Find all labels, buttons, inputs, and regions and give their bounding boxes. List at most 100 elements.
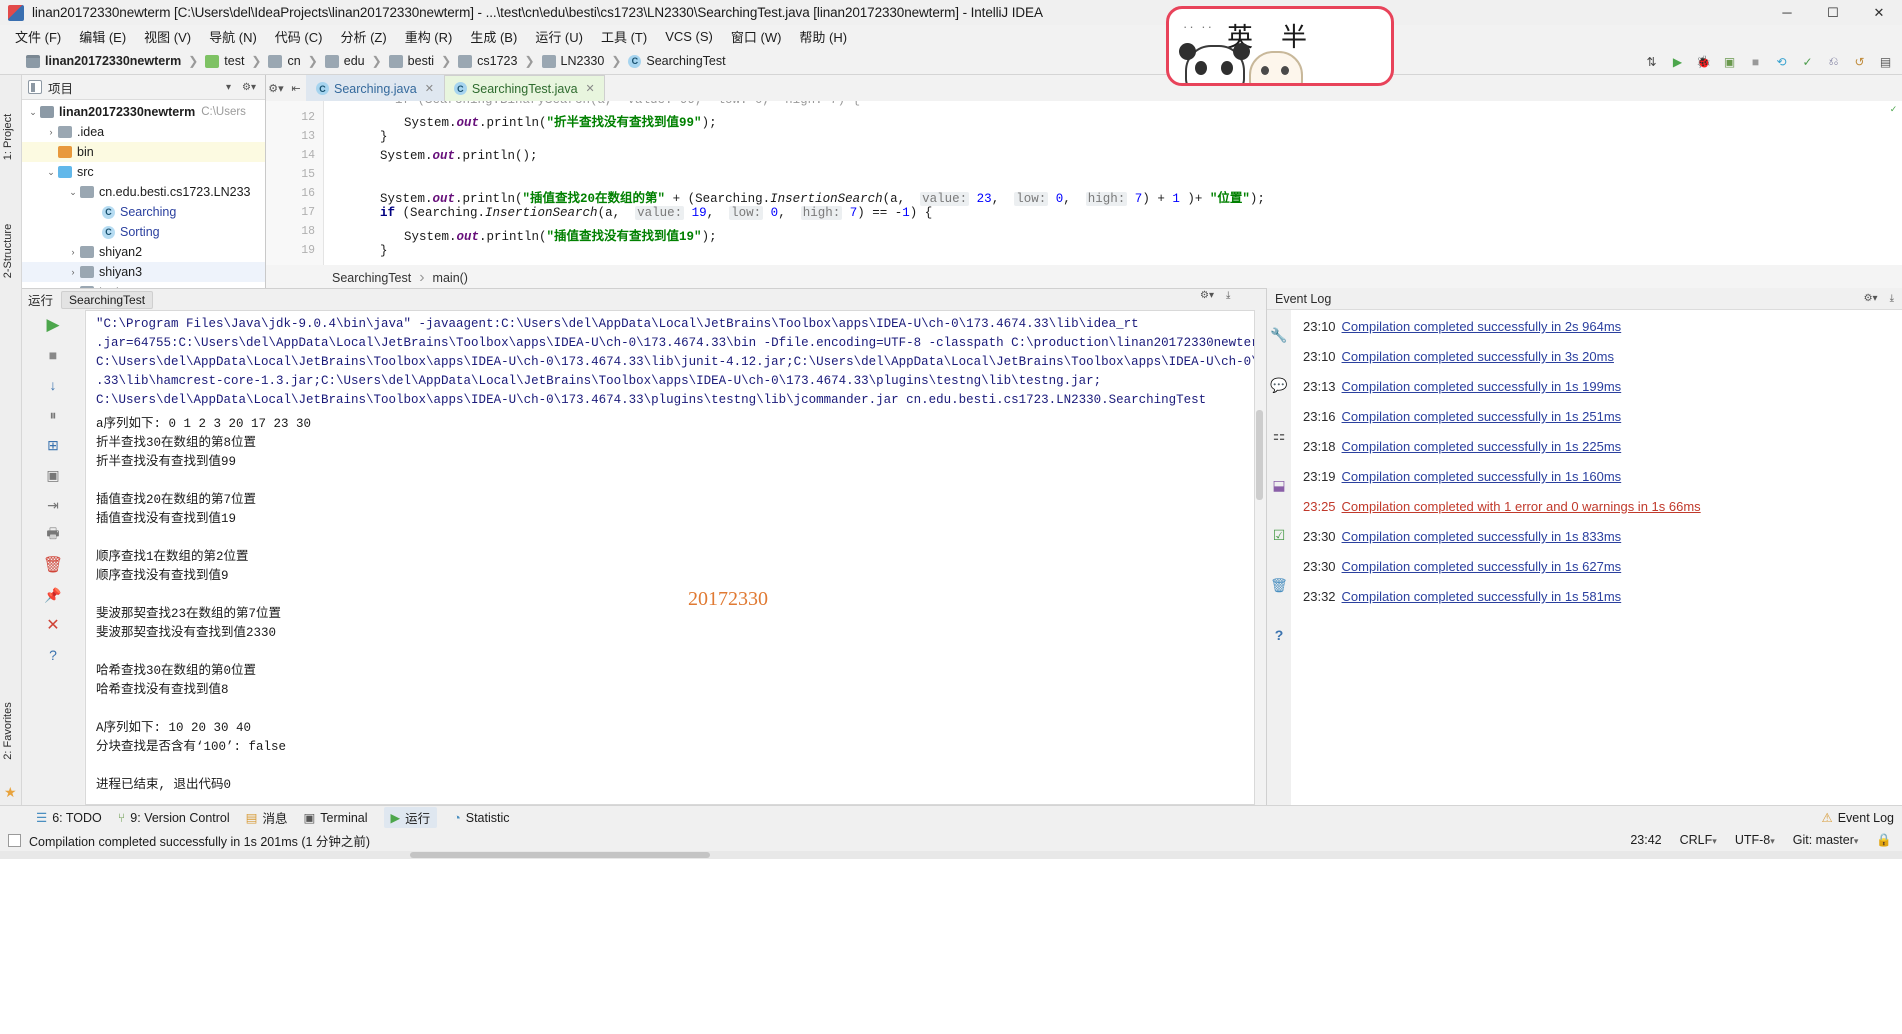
chevron-right-icon[interactable]: › — [66, 247, 80, 257]
stop-icon[interactable]: ■ — [22, 340, 84, 370]
run-config-tab[interactable]: SearchingTest — [61, 290, 154, 309]
event-log-row[interactable]: 23:10 Compilation completed successfully … — [1303, 318, 1902, 335]
tool-tab-structure[interactable]: 2-Structure — [2, 211, 22, 291]
ime-panda-overlay[interactable]: ·· ·· 英 半 — [1166, 6, 1394, 86]
camera-icon[interactable]: ▣ — [22, 460, 84, 490]
event-log-toggle[interactable]: ⚠ Event Log — [1821, 810, 1894, 826]
menu-item-tools[interactable]: 工具 (T) — [592, 25, 656, 48]
console-scrollbar[interactable] — [1255, 310, 1264, 805]
breadcrumb-besti[interactable]: besti — [388, 54, 434, 68]
bottom-tab-statistic[interactable]: ◔ Statistic — [453, 811, 509, 825]
maximize-button[interactable]: ☐ — [1810, 0, 1856, 25]
event-message[interactable]: Compilation completed with 1 error and 0… — [1342, 499, 1701, 514]
run-icon[interactable]: ▶ — [22, 310, 84, 340]
menu-item-code[interactable]: 代码 (C) — [266, 25, 332, 48]
bottom-tab-messages[interactable]: ▤ 消息 — [246, 808, 288, 827]
bottom-tab-terminal[interactable]: ▣ Terminal — [303, 810, 367, 826]
breadcrumb-edu[interactable]: edu — [324, 54, 365, 68]
stop-icon[interactable]: ■ — [1747, 53, 1764, 70]
tree-item-src[interactable]: ⌄ src — [22, 162, 265, 182]
menu-item-vcs[interactable]: VCS (S) — [656, 27, 722, 46]
gear-icon[interactable]: ⚙▾ — [266, 82, 286, 95]
bottom-tab-run[interactable]: ▶ 运行 — [383, 807, 438, 828]
menu-item-run[interactable]: 运行 (U) — [526, 25, 592, 48]
breadcrumb-project[interactable]: linan20172330newterm — [26, 54, 181, 68]
footer-crumb-class[interactable]: SearchingTest — [332, 271, 411, 285]
print-icon[interactable]: 🖶 — [22, 520, 84, 550]
run-console-output[interactable]: "C:\Program Files\Java\jdk-9.0.4\bin\jav… — [85, 310, 1255, 805]
pin-icon[interactable]: 📌 — [22, 580, 84, 610]
event-log-row-error[interactable]: 23:25 Compilation completed with 1 error … — [1303, 498, 1902, 515]
tool-tab-project[interactable]: 1: Project — [2, 97, 22, 177]
trash-icon[interactable]: 🗑 — [22, 550, 84, 580]
sort-icon[interactable]: ⇅ — [1643, 53, 1660, 70]
horizontal-scrollbar[interactable] — [0, 851, 1902, 859]
breadcrumb-ln2330[interactable]: LN2330 — [541, 54, 604, 68]
tree-item-searching[interactable]: C Searching — [22, 202, 265, 222]
horizontal-scroll-thumb[interactable] — [410, 852, 710, 858]
event-log-row[interactable]: 23:19 Compilation completed successfully … — [1303, 468, 1902, 485]
close-icon[interactable]: ✕ — [586, 82, 595, 95]
event-message[interactable]: Compilation completed successfully in 3s… — [1342, 349, 1614, 364]
settings-icon[interactable]: ⚏ — [1267, 410, 1291, 460]
menu-item-analyze[interactable]: 分析 (Z) — [331, 25, 395, 48]
event-log-row[interactable]: 23:16 Compilation completed successfully … — [1303, 408, 1902, 425]
debug-icon[interactable]: 🐞 — [1695, 53, 1712, 70]
collapse-icon[interactable]: ⇤ — [286, 82, 306, 95]
event-message[interactable]: Compilation completed successfully in 2s… — [1342, 319, 1622, 334]
code-text-area[interactable]: if (Searching.BinarySearch(a, value: 99,… — [324, 101, 1864, 265]
chevron-down-icon[interactable]: ⌄ — [66, 187, 80, 198]
minimize-icon[interactable]: ⤓ — [1890, 293, 1894, 304]
chevron-right-icon[interactable]: › — [66, 267, 80, 277]
event-log-row[interactable]: 23:10 Compilation completed successfully … — [1303, 348, 1902, 365]
console-scroll-thumb[interactable] — [1256, 410, 1263, 500]
editor-scrollbar[interactable]: ✓ — [1889, 104, 1898, 264]
help-icon[interactable]: ? — [22, 640, 84, 670]
rerun-icon[interactable]: ↓ — [22, 370, 84, 400]
status-line-separator[interactable]: CRLF▾ — [1680, 833, 1717, 847]
chevron-down-icon[interactable]: ▾ — [226, 82, 231, 93]
event-log-row[interactable]: 23:30 Compilation completed successfully … — [1303, 528, 1902, 545]
wrap-icon[interactable]: ⇥ — [22, 490, 84, 520]
tree-item-sorting[interactable]: C Sorting — [22, 222, 265, 242]
close-button[interactable]: ✕ — [1856, 0, 1902, 25]
tree-item-package[interactable]: ⌄ cn.edu.besti.cs1723.LN233 — [22, 182, 265, 202]
trash-icon[interactable]: 🗑 — [1267, 560, 1291, 610]
revert-icon[interactable]: ⎌ — [1825, 53, 1842, 70]
chevron-right-icon[interactable]: › — [44, 127, 58, 137]
help-icon[interactable]: ? — [1267, 610, 1291, 660]
event-message[interactable]: Compilation completed successfully in 1s… — [1342, 589, 1622, 604]
menu-item-help[interactable]: 帮助 (H) — [790, 25, 856, 48]
editor-tab-searching-java[interactable]: C Searching.java ✕ — [306, 75, 444, 101]
search-icon[interactable]: ▤ — [1877, 53, 1894, 70]
menu-item-window[interactable]: 窗口 (W) — [722, 25, 791, 48]
pause-icon[interactable]: ⏸ — [22, 400, 84, 430]
footer-crumb-method[interactable]: main() — [433, 271, 468, 285]
tree-item-shiyan2[interactable]: › shiyan2 — [22, 242, 265, 262]
status-encoding[interactable]: UTF-8▾ — [1735, 833, 1775, 847]
chevron-down-icon[interactable]: ⌄ — [44, 167, 58, 178]
event-log-row[interactable]: 23:18 Compilation completed successfully … — [1303, 438, 1902, 455]
menu-item-navigate[interactable]: 导航 (N) — [200, 25, 266, 48]
gear-icon[interactable]: ⚙▾ — [242, 82, 256, 93]
event-message[interactable]: Compilation completed successfully in 1s… — [1342, 439, 1622, 454]
close-icon[interactable]: ✕ — [425, 82, 434, 95]
breadcrumb-searchingtest[interactable]: C SearchingTest — [628, 54, 726, 68]
event-message[interactable]: Compilation completed successfully in 1s… — [1342, 559, 1622, 574]
close-icon[interactable]: ✕ — [22, 610, 84, 640]
minimize-button[interactable]: ─ — [1764, 0, 1810, 25]
event-log-row[interactable]: 23:32 Compilation completed successfully … — [1303, 588, 1902, 605]
event-message[interactable]: Compilation completed successfully in 1s… — [1342, 379, 1622, 394]
star-icon[interactable]: ★ — [4, 784, 17, 801]
commit-icon[interactable]: ✓ — [1799, 53, 1816, 70]
git-update-icon[interactable]: ⟲ — [1773, 53, 1790, 70]
tree-item-idea[interactable]: › .idea — [22, 122, 265, 142]
event-log-row[interactable]: 23:13 Compilation completed successfully … — [1303, 378, 1902, 395]
menu-item-view[interactable]: 视图 (V) — [135, 25, 200, 48]
editor-tab-searchingtest-java[interactable]: C SearchingTest.java ✕ — [443, 75, 605, 101]
menu-item-file[interactable]: 文件 (F) — [6, 25, 70, 48]
menu-item-refactor[interactable]: 重构 (R) — [396, 25, 462, 48]
menu-item-edit[interactable]: 编辑 (E) — [70, 25, 135, 48]
gear-icon[interactable]: ⚙▾ — [1200, 290, 1214, 301]
coverage-icon[interactable]: ▣ — [1721, 53, 1738, 70]
